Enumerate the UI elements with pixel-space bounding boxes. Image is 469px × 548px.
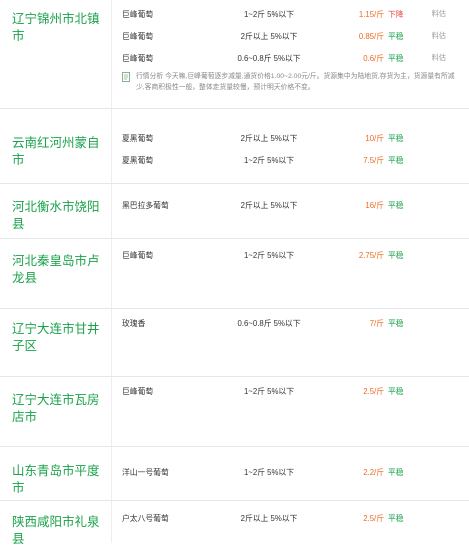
region-block: 河北衡水市饶阳县 黑巴拉多葡萄 2斤以上 5%以下 16/斤 平稳 <box>0 184 469 239</box>
spec-text: 1~2斤 5%以下 <box>243 467 295 477</box>
price-row: 玫瑰香 0.6~0.8斤 5%以下 7/斤 平稳 <box>122 312 469 334</box>
price-row: 巨峰葡萄 1~2斤 5%以下 2.5/斤 平稳 <box>122 380 469 402</box>
spec-text: 1~2斤 5%以下 <box>243 250 295 260</box>
price-value: 2.5/斤 <box>363 513 384 523</box>
region-name[interactable]: 山东青岛市平度市 <box>0 447 112 500</box>
spec-text: 1~2斤 5%以下 <box>243 9 295 19</box>
region-name[interactable]: 辽宁大连市甘井子区 <box>0 309 112 376</box>
region-name[interactable]: 辽宁锦州市北镇市 <box>0 0 112 108</box>
variety-name: 巨峰葡萄 <box>122 53 154 63</box>
region-rows: 夏黑葡萄 2斤以上 5%以下 10/斤 平稳 夏黑葡萄 1~2斤 5%以下 7.… <box>112 109 469 183</box>
price-value: 0.85/斤 <box>358 31 384 41</box>
detail-link[interactable]: 料估 <box>416 9 446 19</box>
variety-name: 夏黑葡萄 <box>122 155 154 165</box>
price-value: 2.2/斤 <box>363 467 384 477</box>
region-block: 陕西咸阳市礼泉县 户太八号葡萄 2斤以上 5%以下 2.5/斤 平稳 <box>0 501 469 546</box>
region-block: 河北秦皇岛市卢龙县 巨峰葡萄 1~2斤 5%以下 2.75/斤 平稳 <box>0 239 469 309</box>
price-row: 户太八号葡萄 2斤以上 5%以下 2.5/斤 平稳 <box>122 507 469 529</box>
region-block: 山东青岛市平度市 洋山一号葡萄 1~2斤 5%以下 2.2/斤 平稳 <box>0 447 469 501</box>
region-rows: 玫瑰香 0.6~0.8斤 5%以下 7/斤 平稳 <box>112 309 469 376</box>
price-row: 巨峰葡萄 2斤以上 5%以下 0.85/斤 平稳 料估 <box>122 25 469 47</box>
trend-label: 平稳 <box>388 250 404 260</box>
price-value: 0.6/斤 <box>363 53 384 63</box>
market-analysis: 行情分析 今天嘛,巨峰葡萄逐步减量,通货价格1.00~2.00元/斤。货源集中为… <box>122 71 469 93</box>
price-row: 洋山一号葡萄 1~2斤 5%以下 2.2/斤 平稳 <box>122 461 469 483</box>
price-value: 16/斤 <box>365 200 384 210</box>
spec-text: 2斤以上 5%以下 <box>240 200 298 210</box>
detail-link[interactable]: 料估 <box>416 53 446 63</box>
region-rows: 洋山一号葡萄 1~2斤 5%以下 2.2/斤 平稳 <box>112 447 469 500</box>
spec-text: 0.6~0.8斤 5%以下 <box>237 318 301 328</box>
region-rows: 巨峰葡萄 1~2斤 5%以下 2.5/斤 平稳 <box>112 377 469 446</box>
variety-name: 玫瑰香 <box>122 318 146 328</box>
price-value: 7.5/斤 <box>363 155 384 165</box>
region-block: 辽宁大连市瓦房店市 巨峰葡萄 1~2斤 5%以下 2.5/斤 平稳 <box>0 377 469 447</box>
variety-name: 巨峰葡萄 <box>122 386 154 396</box>
variety-name: 户太八号葡萄 <box>122 513 169 523</box>
variety-name: 巨峰葡萄 <box>122 9 154 19</box>
trend-label: 平稳 <box>388 53 404 63</box>
price-row: 夏黑葡萄 1~2斤 5%以下 7.5/斤 平稳 <box>122 149 469 171</box>
region-name[interactable]: 河北衡水市饶阳县 <box>0 184 112 238</box>
spec-text: 2斤以上 5%以下 <box>240 133 298 143</box>
region-rows: 巨峰葡萄 1~2斤 5%以下 2.75/斤 平稳 <box>112 239 469 308</box>
market-price-list: 辽宁锦州市北镇市 巨峰葡萄 1~2斤 5%以下 1.15/斤 下降 料估 巨峰葡… <box>0 0 469 546</box>
analysis-text: 行情分析 今天嘛,巨峰葡萄逐步减量,通货价格1.00~2.00元/斤。货源集中为… <box>136 73 455 91</box>
price-row: 巨峰葡萄 1~2斤 5%以下 1.15/斤 下降 料估 <box>122 3 469 25</box>
spec-text: 1~2斤 5%以下 <box>243 386 295 396</box>
trend-label: 平稳 <box>388 200 404 210</box>
price-value: 7/斤 <box>369 318 384 328</box>
trend-label: 平稳 <box>388 31 404 41</box>
trend-label: 平稳 <box>388 386 404 396</box>
trend-label: 平稳 <box>388 513 404 523</box>
price-value: 1.15/斤 <box>358 9 384 19</box>
price-row: 巨峰葡萄 1~2斤 5%以下 2.75/斤 平稳 <box>122 244 469 266</box>
spec-text: 1~2斤 5%以下 <box>243 155 295 165</box>
variety-name: 巨峰葡萄 <box>122 31 154 41</box>
region-block: 辽宁大连市甘井子区 玫瑰香 0.6~0.8斤 5%以下 7/斤 平稳 <box>0 309 469 377</box>
region-block: 辽宁锦州市北镇市 巨峰葡萄 1~2斤 5%以下 1.15/斤 下降 料估 巨峰葡… <box>0 0 469 109</box>
document-icon <box>122 72 130 82</box>
region-block: 云南红河州蒙自市 夏黑葡萄 2斤以上 5%以下 10/斤 平稳 夏黑葡萄 1~2… <box>0 109 469 184</box>
region-name[interactable]: 河北秦皇岛市卢龙县 <box>0 239 112 308</box>
trend-label: 平稳 <box>388 467 404 477</box>
price-value: 10/斤 <box>365 133 384 143</box>
variety-name: 夏黑葡萄 <box>122 133 154 143</box>
spec-text: 0.6~0.8斤 5%以下 <box>237 53 301 63</box>
region-name[interactable]: 云南红河州蒙自市 <box>0 109 112 183</box>
trend-label: 平稳 <box>388 133 404 143</box>
price-row: 黑巴拉多葡萄 2斤以上 5%以下 16/斤 平稳 <box>122 194 469 216</box>
price-row: 夏黑葡萄 2斤以上 5%以下 10/斤 平稳 <box>122 127 469 149</box>
variety-name: 黑巴拉多葡萄 <box>122 200 169 210</box>
spec-text: 2斤以上 5%以下 <box>240 513 298 523</box>
region-rows: 巨峰葡萄 1~2斤 5%以下 1.15/斤 下降 料估 巨峰葡萄 2斤以上 5%… <box>112 0 469 108</box>
region-name[interactable]: 辽宁大连市瓦房店市 <box>0 377 112 446</box>
price-value: 2.5/斤 <box>363 386 384 396</box>
variety-name: 洋山一号葡萄 <box>122 467 169 477</box>
spec-text: 2斤以上 5%以下 <box>240 31 298 41</box>
price-value: 2.75/斤 <box>358 250 384 260</box>
trend-label: 下降 <box>388 9 404 19</box>
variety-name: 巨峰葡萄 <box>122 250 154 260</box>
price-row: 巨峰葡萄 0.6~0.8斤 5%以下 0.6/斤 平稳 料估 <box>122 47 469 69</box>
region-rows: 户太八号葡萄 2斤以上 5%以下 2.5/斤 平稳 <box>112 501 469 543</box>
trend-label: 平稳 <box>388 155 404 165</box>
region-name[interactable]: 陕西咸阳市礼泉县 <box>0 501 112 546</box>
detail-link[interactable]: 料估 <box>416 31 446 41</box>
trend-label: 平稳 <box>388 318 404 328</box>
region-rows: 黑巴拉多葡萄 2斤以上 5%以下 16/斤 平稳 <box>112 184 469 238</box>
